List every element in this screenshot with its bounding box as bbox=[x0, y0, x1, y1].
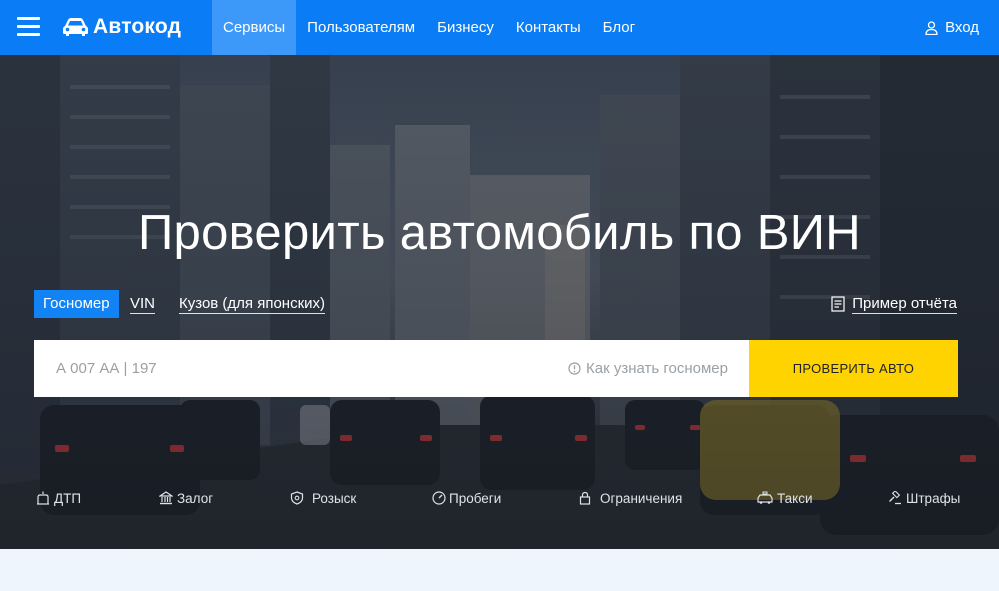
main-nav: Сервисы Пользователям Бизнесу Контакты Б… bbox=[212, 0, 646, 55]
logo[interactable]: Автокод bbox=[62, 14, 181, 40]
service-probegi[interactable]: Пробеги bbox=[432, 489, 501, 507]
lock-icon bbox=[579, 491, 591, 505]
nav-users[interactable]: Пользователям bbox=[296, 0, 426, 55]
service-label: ДТП bbox=[54, 490, 82, 506]
tab-vin-label: VIN bbox=[130, 295, 156, 314]
content-area bbox=[0, 549, 999, 591]
login-button[interactable]: Вход bbox=[925, 0, 979, 55]
tab-body-number[interactable]: Кузов (для японских) bbox=[179, 290, 326, 318]
hero-section: Проверить автомобиль по ВИН Госномер VIN… bbox=[0, 55, 999, 549]
car-crash-icon bbox=[37, 491, 49, 505]
help-circle-icon bbox=[568, 362, 581, 375]
service-taxi[interactable]: Такси bbox=[757, 489, 813, 507]
service-label: Такси bbox=[777, 490, 813, 506]
search-box: Как узнать госномер bbox=[34, 340, 749, 397]
sample-report-label: Пример отчёта bbox=[852, 294, 957, 314]
how-to-find-plate-label: Как узнать госномер bbox=[586, 360, 728, 377]
taxi-icon bbox=[757, 491, 773, 504]
service-label: Штрафы bbox=[906, 490, 961, 506]
bank-icon bbox=[159, 491, 173, 505]
nav-contacts[interactable]: Контакты bbox=[505, 0, 592, 55]
menu-icon[interactable] bbox=[17, 17, 40, 37]
how-to-find-plate-link[interactable]: Как узнать госномер bbox=[568, 340, 728, 397]
nav-services[interactable]: Сервисы bbox=[212, 0, 297, 55]
logo-text: Автокод bbox=[93, 15, 182, 38]
car-logo-icon bbox=[63, 18, 88, 36]
sample-report-link[interactable]: Пример отчёта bbox=[831, 290, 957, 318]
tab-gosnomer[interactable]: Госномер bbox=[34, 290, 119, 318]
gavel-icon bbox=[889, 491, 901, 505]
service-label: Залог bbox=[177, 490, 214, 506]
service-rozysk[interactable]: Розыск bbox=[290, 489, 356, 507]
document-icon bbox=[831, 296, 845, 312]
tab-vin[interactable]: VIN bbox=[130, 290, 156, 318]
service-label: Розыск bbox=[312, 490, 357, 506]
service-dtp[interactable]: ДТП bbox=[36, 489, 81, 507]
plate-number-input[interactable] bbox=[34, 340, 576, 397]
service-ogranicheniya[interactable]: Ограничения bbox=[578, 489, 682, 507]
tab-body-number-label: Кузов (для японских) bbox=[179, 295, 326, 314]
service-shtrafy[interactable]: Штрафы bbox=[888, 489, 960, 507]
nav-business[interactable]: Бизнесу bbox=[426, 0, 505, 55]
speedometer-icon bbox=[432, 491, 446, 505]
check-car-button[interactable]: ПРОВЕРИТЬ АВТО bbox=[749, 340, 958, 397]
nav-blog[interactable]: Блог bbox=[592, 0, 646, 55]
top-navigation-bar: Автокод Сервисы Пользователям Бизнесу Ко… bbox=[0, 0, 999, 55]
service-label: Ограничения bbox=[600, 490, 683, 506]
service-label: Пробеги bbox=[449, 490, 502, 506]
login-label: Вход bbox=[945, 19, 979, 36]
user-icon bbox=[925, 20, 938, 35]
page-title: Проверить автомобиль по ВИН bbox=[138, 205, 861, 260]
service-zalog[interactable]: Залог bbox=[159, 489, 213, 507]
shield-icon bbox=[290, 491, 304, 505]
